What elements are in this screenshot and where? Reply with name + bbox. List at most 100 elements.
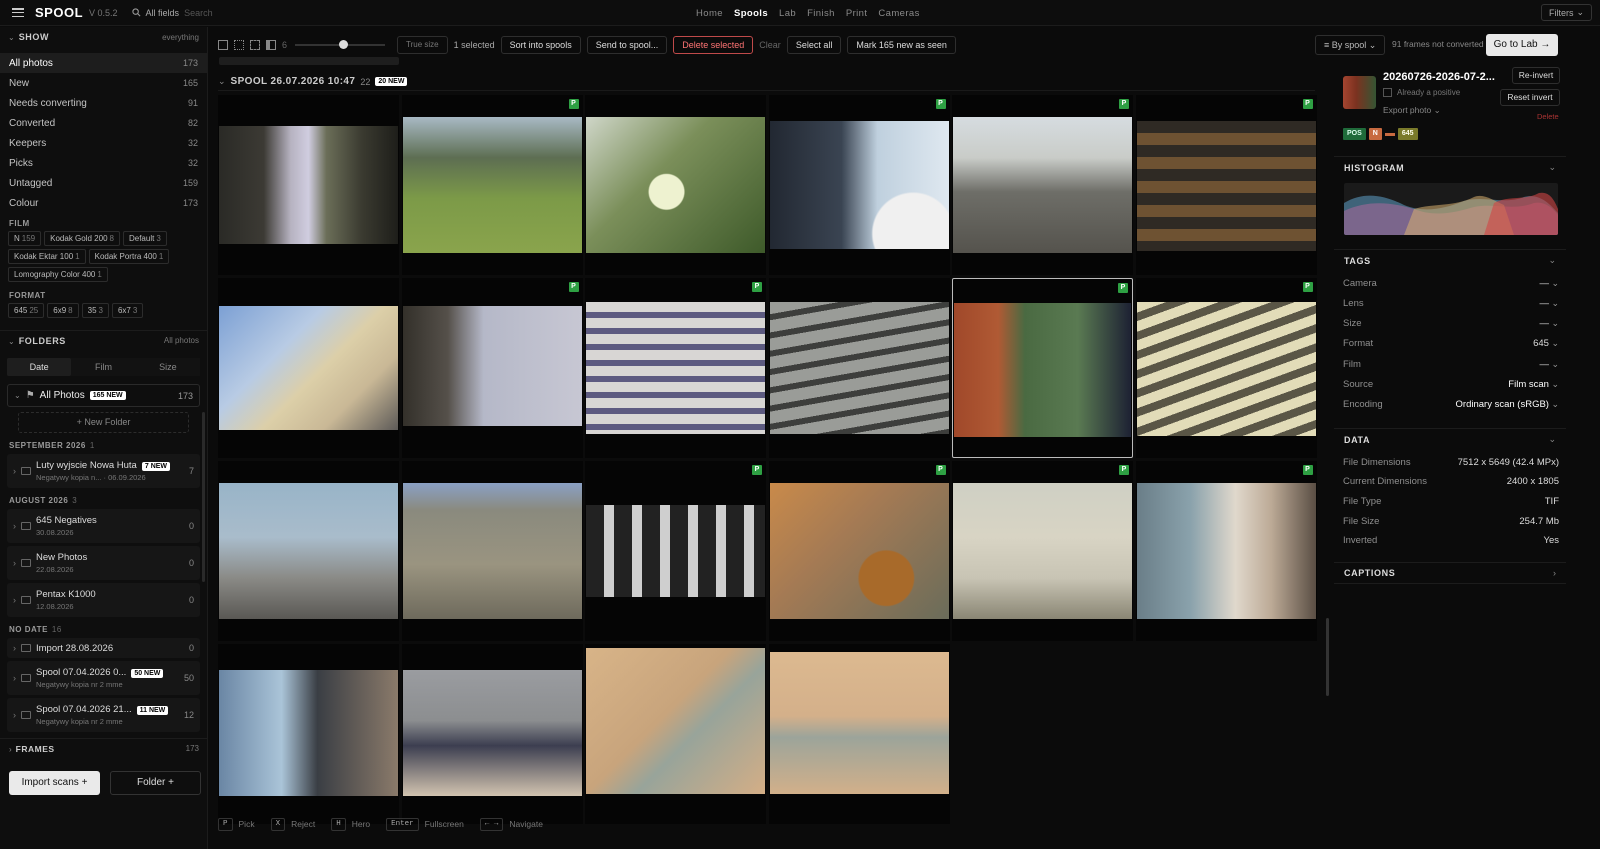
reset-invert-button[interactable]: Reset invert <box>1500 89 1560 106</box>
photo-thumbnail[interactable]: P <box>768 95 950 275</box>
film-tag-kodak-ektar-100[interactable]: Kodak Ektar 100 1 <box>8 249 86 264</box>
film-tag-kodak-gold-200[interactable]: Kodak Gold 200 8 <box>44 231 120 246</box>
true-size-button[interactable]: True size <box>397 36 448 54</box>
folder-item[interactable]: › 645 Negatives 30.08.2026 0 <box>7 509 200 543</box>
film-tag-lomography-color-400[interactable]: Lomography Color 400 1 <box>8 267 108 282</box>
view-grid-large-icon[interactable] <box>250 40 260 50</box>
photo-thumbnail[interactable]: P <box>1135 461 1317 641</box>
folder-item[interactable]: › Pentax K1000 12.08.2026 0 <box>7 583 200 617</box>
photo-thumbnail[interactable] <box>768 278 950 458</box>
go-to-lab-button[interactable]: Go to Lab → <box>1486 34 1558 56</box>
folder-item[interactable]: › Spool 07.04.2026 21... 11 NEW Negatywy ko… <box>7 698 200 732</box>
reinvert-button[interactable]: Re-invert <box>1512 67 1560 84</box>
tag-row-encoding[interactable]: Encoding Ordinary scan (sRGB) ⌄ <box>1343 397 1559 413</box>
delete-selected-button[interactable]: Delete selected <box>673 36 754 54</box>
nav-lab[interactable]: Lab <box>779 8 796 19</box>
show-item-converted[interactable]: Converted 82 <box>0 113 207 133</box>
frames-section-header[interactable]: › FRAMES 173 <box>0 738 208 758</box>
film-tag-default[interactable]: Default 3 <box>122 231 167 246</box>
group-by-select[interactable]: ≡ By spool ⌄ <box>1315 35 1386 55</box>
photo-thumbnail[interactable]: P <box>1135 278 1317 458</box>
show-item-needs-converting[interactable]: Needs converting 91 <box>0 93 207 113</box>
photo-thumbnail[interactable] <box>585 95 766 275</box>
add-folder-button[interactable]: Folder + <box>110 771 201 795</box>
photo-thumbnail[interactable] <box>218 95 399 275</box>
photo-thumbnail[interactable]: P <box>401 278 583 458</box>
delete-photo-link[interactable]: Delete <box>1537 112 1559 121</box>
nav-print[interactable]: Print <box>846 8 868 19</box>
photo-thumbnail[interactable] <box>768 644 950 824</box>
export-photo-menu[interactable]: Export photo ⌄ <box>1383 105 1441 116</box>
all-photos-folder[interactable]: ⌄ ⚑ All Photos 165 NEW 173 <box>7 384 200 407</box>
show-item-new[interactable]: New 165 <box>0 73 207 93</box>
data-row-inverted[interactable]: Inverted Yes <box>1343 533 1559 549</box>
new-folder-button[interactable]: + New Folder <box>18 412 189 433</box>
folder-item[interactable]: › Luty wyjscie Nowa Huta 7 NEW Negatywy kop… <box>7 454 200 488</box>
photo-thumbnail[interactable]: P <box>952 95 1133 275</box>
photo-thumbnail[interactable]: P <box>952 461 1133 641</box>
nav-finish[interactable]: Finish <box>807 8 835 19</box>
sidebar-scrollbar[interactable] <box>202 412 205 582</box>
view-grid-small-icon[interactable] <box>234 40 244 50</box>
zoom-slider-knob[interactable] <box>339 40 349 49</box>
tab-size[interactable]: Size <box>136 358 200 376</box>
tag-row-film[interactable]: Film — ⌄ <box>1343 356 1559 372</box>
already-positive-checkbox[interactable]: Already a positive <box>1383 88 1460 97</box>
show-section-header[interactable]: ⌄ SHOW everything <box>0 27 207 47</box>
data-section-header[interactable]: DATA ⌄ <box>1334 428 1566 450</box>
select-all-button[interactable]: Select all <box>786 36 842 54</box>
histogram-section-header[interactable]: HISTOGRAM ⌄ <box>1334 156 1566 178</box>
photo-thumbnail[interactable] <box>218 644 399 824</box>
photo-thumbnail[interactable]: P <box>768 461 950 641</box>
photo-thumbnail[interactable] <box>401 461 583 641</box>
photo-thumbnail[interactable] <box>401 644 583 824</box>
film-tag-kodak-portra-400[interactable]: Kodak Portra 400 1 <box>88 249 170 264</box>
tab-film[interactable]: Film <box>71 358 135 376</box>
tag-row-size[interactable]: Size — ⌄ <box>1343 316 1559 332</box>
captions-section-header[interactable]: CAPTIONS › <box>1334 562 1566 584</box>
send-to-spool-button[interactable]: Send to spool... <box>586 36 668 54</box>
photo-thumbnail[interactable]: P <box>401 95 583 275</box>
import-scans-button[interactable]: Import scans + <box>9 771 100 795</box>
show-item-colour[interactable]: Colour 173 <box>0 193 207 213</box>
show-item-picks[interactable]: Picks 32 <box>0 153 207 173</box>
sort-into-spools-button[interactable]: Sort into spools <box>500 36 581 54</box>
folders-section-header[interactable]: ⌄ FOLDERS All photos <box>0 330 207 350</box>
clear-selection-button[interactable]: Clear <box>759 40 781 50</box>
format-tag-6x7[interactable]: 6x7 3 <box>111 303 144 318</box>
photo-thumbnail[interactable]: P <box>585 278 766 458</box>
format-tag-6x9[interactable]: 6x9 8 <box>47 303 79 318</box>
show-item-all-photos[interactable]: All photos 173 <box>0 53 207 73</box>
mark-seen-button[interactable]: Mark 165 new as seen <box>847 36 956 54</box>
view-compare-icon[interactable] <box>266 40 276 50</box>
photo-thumbnail[interactable]: P <box>952 278 1133 458</box>
menu-icon[interactable] <box>12 8 24 17</box>
filters-button[interactable]: Filters ⌄ <box>1540 4 1592 21</box>
tags-section-header[interactable]: TAGS ⌄ <box>1334 249 1566 271</box>
tag-row-format[interactable]: Format 645 ⌄ <box>1343 336 1559 352</box>
nav-cameras[interactable]: Cameras <box>878 8 919 19</box>
search-scope-select[interactable]: All fields <box>146 8 180 18</box>
photo-thumbnail[interactable]: P <box>585 461 766 641</box>
data-row-file-type[interactable]: File Type TIF <box>1343 493 1559 509</box>
search-input[interactable] <box>184 7 305 18</box>
data-row-file-dimensions[interactable]: File Dimensions 7512 x 5649 (42.4 MPx) <box>1343 454 1559 470</box>
folder-item[interactable]: › Import 28.08.2026 0 <box>7 638 200 658</box>
format-tag-645[interactable]: 645 25 <box>8 303 45 318</box>
grid-scrollbar[interactable] <box>1326 618 1329 696</box>
nav-home[interactable]: Home <box>696 8 723 19</box>
view-single-icon[interactable] <box>218 40 228 50</box>
folder-item[interactable]: › New Photos 22.08.2026 0 <box>7 546 200 580</box>
zoom-slider[interactable] <box>295 40 386 49</box>
photo-thumbnail[interactable] <box>585 644 766 824</box>
tag-row-camera[interactable]: Camera — ⌄ <box>1343 275 1559 291</box>
film-tag-n[interactable]: N 159 <box>8 231 42 246</box>
photo-thumbnail[interactable]: P <box>1135 95 1317 275</box>
previous-spool-strip[interactable] <box>219 57 399 65</box>
spool-header[interactable]: ⌄ SPOOL 26.07.2026 10:47 22 20 NEW <box>218 73 1315 91</box>
show-item-untagged[interactable]: Untagged 159 <box>0 173 207 193</box>
tag-row-lens[interactable]: Lens — ⌄ <box>1343 295 1559 311</box>
nav-spools[interactable]: Spools <box>734 8 768 19</box>
photo-thumbnail[interactable] <box>218 278 399 458</box>
data-row-file-size[interactable]: File Size 254.7 Mb <box>1343 513 1559 529</box>
